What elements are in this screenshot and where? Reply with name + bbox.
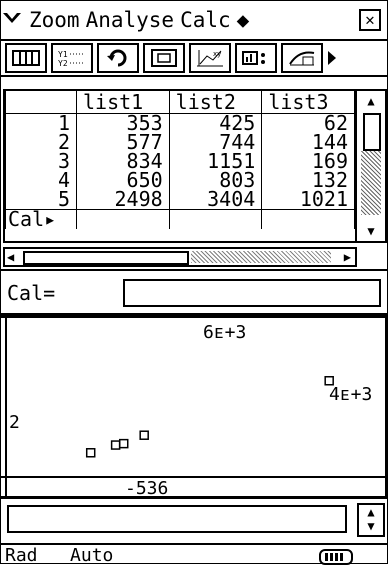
data-point-1	[85, 448, 96, 458]
chevron-down-icon[interactable]	[1, 10, 23, 31]
menu-diamond[interactable]: ◆	[237, 8, 250, 32]
cal-row: Cal▸	[5, 209, 355, 229]
cal-label: Cal=	[7, 281, 56, 305]
svg-text:xy: xy	[213, 50, 221, 58]
scroll-down-icon[interactable]: ▼	[357, 221, 385, 241]
table-cell[interactable]	[261, 209, 355, 229]
angle-mode: Rad	[5, 545, 38, 566]
more-right-icon[interactable]	[325, 45, 339, 71]
toolbar: Y1 Y2 xy	[1, 41, 387, 77]
graph-area[interactable]: 6ᴇ+3 4ᴇ+3 2	[5, 318, 387, 496]
cal-bar: Cal=	[1, 269, 387, 315]
data-point-2	[110, 440, 121, 450]
data-point-3	[139, 430, 149, 440]
zoom-box-icon[interactable]	[143, 43, 185, 73]
cal-row-label[interactable]: Cal▸	[5, 209, 77, 229]
scroll-track[interactable]	[361, 151, 381, 215]
entry-line: ▲ ▼	[1, 495, 387, 545]
scroll-left-icon[interactable]: ◀	[7, 249, 14, 265]
stepper-icon[interactable]: ▲ ▼	[357, 503, 385, 537]
status-bar: Rad Auto	[1, 545, 387, 566]
cal-input[interactable]	[123, 279, 381, 307]
list-editor-table: list1 list2 list3 1 353 425 62 2 577 744…	[3, 89, 357, 243]
scatter-plot-icon[interactable]: xy	[189, 43, 231, 73]
status-mode: Rad Auto	[5, 545, 113, 566]
table-cell[interactable]: 1021	[261, 189, 355, 210]
graph-label-right: 4ᴇ+3	[329, 384, 373, 405]
menu-analyse[interactable]: Analyse	[86, 8, 175, 32]
set-stat-graph-icon[interactable]: Y1 Y2	[51, 43, 93, 73]
entry-input[interactable]	[7, 505, 347, 533]
calculator-screen: Zoom Analyse Calc ◆ ✕ Y1 Y2 xy list1 lis…	[0, 0, 388, 566]
axis-line	[1, 476, 387, 478]
svg-text:Y2: Y2	[58, 59, 68, 68]
redraw-icon[interactable]	[97, 43, 139, 73]
scatter-plot	[85, 376, 334, 458]
menu-zoom[interactable]: Zoom	[29, 8, 80, 32]
close-icon[interactable]: ✕	[359, 9, 381, 31]
menu-bar: Zoom Analyse Calc ◆ ✕	[1, 1, 387, 41]
graph-label-top: 6ᴇ+3	[203, 322, 247, 343]
table-cell[interactable]	[168, 209, 263, 229]
table-cell[interactable]: 2498	[76, 189, 170, 210]
data-point-4	[118, 438, 129, 449]
regression-icon[interactable]	[281, 43, 323, 73]
horizontal-scrollbar[interactable]: ◀ ▶	[3, 247, 357, 267]
vertical-scrollbar[interactable]: ▲ ▼	[355, 89, 387, 243]
list-editor-icon[interactable]	[5, 43, 47, 73]
battery-icon	[319, 549, 353, 565]
scroll-thumb[interactable]	[23, 251, 189, 265]
graph-window[interactable]: 6ᴇ+3 4ᴇ+3 2 -536	[1, 315, 387, 499]
table-row: 5 2498 3404 1021	[5, 189, 355, 210]
number-format: Auto	[70, 545, 114, 566]
menu-calc[interactable]: Calc	[180, 8, 231, 32]
svg-text:Y1: Y1	[58, 50, 68, 59]
scroll-track[interactable]	[191, 251, 331, 263]
scroll-thumb[interactable]	[363, 113, 381, 151]
graph-label-left: 2	[9, 412, 20, 433]
table-cell[interactable]: 3404	[168, 189, 263, 210]
table-cell[interactable]	[76, 209, 170, 229]
scroll-right-icon[interactable]: ▶	[344, 249, 351, 265]
calc-stats-icon[interactable]	[235, 43, 277, 73]
scroll-up-icon[interactable]: ▲	[357, 91, 385, 111]
